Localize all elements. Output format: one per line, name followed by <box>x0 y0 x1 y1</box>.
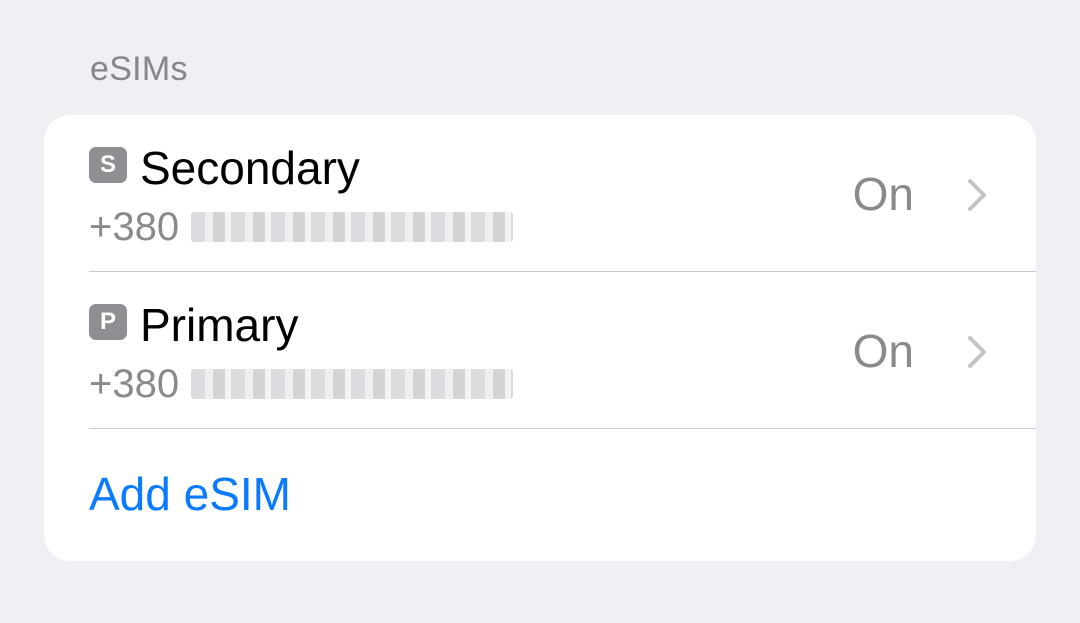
esims-section-header: eSIMs <box>90 50 188 88</box>
line-badge-icon: S <box>89 147 127 183</box>
esim-row-primary[interactable]: P Primary +380 On <box>44 272 1036 428</box>
chevron-right-icon <box>968 336 986 368</box>
line-badge-icon: P <box>89 304 127 340</box>
line-status: On <box>852 168 914 220</box>
add-esim-button[interactable]: Add eSIM <box>89 467 291 521</box>
line-name: Secondary <box>140 142 360 194</box>
phone-number: +380 <box>89 360 514 408</box>
redacted-number <box>191 212 514 242</box>
line-status: On <box>852 325 914 377</box>
esim-row-secondary[interactable]: S Secondary +380 On <box>44 115 1036 271</box>
line-name: Primary <box>140 299 299 351</box>
phone-number-prefix: +380 <box>89 362 180 406</box>
chevron-right-icon <box>968 179 986 211</box>
phone-number-prefix: +380 <box>89 205 180 249</box>
redacted-number <box>191 369 514 399</box>
phone-number: +380 <box>89 203 514 251</box>
esims-card: S Secondary +380 On P Primary +380 On Ad… <box>44 115 1036 561</box>
